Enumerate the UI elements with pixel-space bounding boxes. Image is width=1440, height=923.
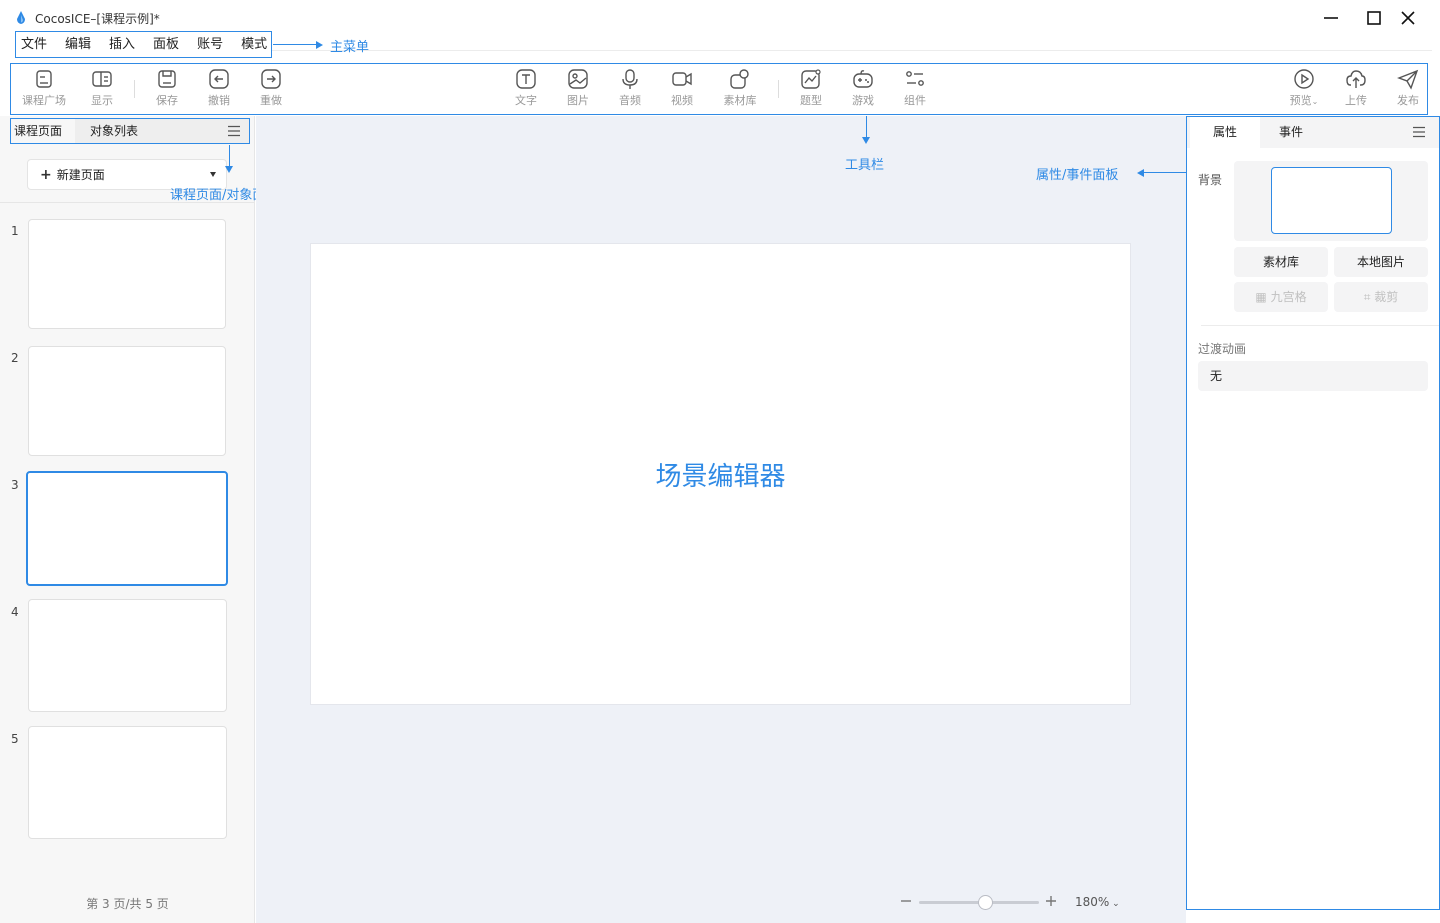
- main-menu-annotation-line: [273, 44, 317, 45]
- main-menu-annotation: 主菜单: [330, 40, 370, 55]
- maximize-button[interactable]: [1359, 6, 1389, 30]
- left-panel: 课程页面 对象列表 + 新建页面 1 2 3 4 5 第 3 页/共 5 页: [0, 116, 255, 923]
- page-number: 4: [11, 605, 19, 619]
- scene-editor-area: 场景编辑器 180% ⌄: [256, 116, 1186, 923]
- minimize-button[interactable]: [1316, 6, 1346, 30]
- page-thumbnail[interactable]: [28, 726, 227, 839]
- right-panel-annotation-arrow: [1137, 169, 1144, 177]
- left-panel-annotation-line: [229, 145, 230, 167]
- close-button[interactable]: [1393, 6, 1423, 30]
- zoom-out-icon[interactable]: [900, 893, 912, 909]
- right-panel-annotation-box: [1186, 116, 1440, 910]
- scene-canvas[interactable]: 场景编辑器: [310, 243, 1131, 705]
- page-thumbnail-active[interactable]: [26, 471, 228, 586]
- toolbar-annotation-arrow: [862, 137, 870, 144]
- right-panel-annotation: 属性/事件面板: [1036, 168, 1119, 183]
- page-number: 3: [11, 478, 19, 492]
- toolbar-annotation-box: [10, 63, 1428, 115]
- page-thumbnail[interactable]: [28, 599, 227, 712]
- chevron-down-icon: ⌄: [1109, 899, 1120, 909]
- menu-divider: [272, 50, 1432, 51]
- scene-editor-label: 场景编辑器: [655, 461, 786, 492]
- zoom-in-icon[interactable]: [1044, 893, 1058, 909]
- page-number: 5: [11, 732, 19, 746]
- plus-icon: +: [40, 166, 52, 183]
- toolbar-annotation-line: [866, 116, 867, 138]
- maximize-icon: [1367, 11, 1381, 25]
- left-panel-annotation-box: [10, 118, 250, 144]
- left-panel-annotation-arrow: [225, 166, 233, 173]
- toolbar-annotation: 工具栏: [845, 158, 885, 173]
- zoom-level-dropdown[interactable]: 180% ⌄: [1075, 895, 1120, 909]
- close-icon: [1401, 11, 1415, 25]
- new-page-label: 新建页面: [56, 168, 105, 182]
- cocos-logo-icon: [17, 11, 25, 24]
- right-panel-annotation-line: [1144, 172, 1186, 173]
- page-thumbnail[interactable]: [28, 219, 226, 329]
- zoom-slider-handle[interactable]: [977, 895, 993, 910]
- caret-down-icon[interactable]: [210, 172, 216, 177]
- window-title: CocosICE–[课程示例]*: [35, 12, 160, 26]
- page-number: 2: [11, 351, 19, 365]
- title-bar: CocosICE–[课程示例]*: [0, 0, 1440, 34]
- minimize-icon: [1324, 17, 1338, 19]
- page-thumbnail[interactable]: [28, 346, 226, 456]
- page-number: 1: [11, 224, 19, 238]
- main-menu-annotation-box: [15, 31, 272, 58]
- page-indicator: 第 3 页/共 5 页: [86, 897, 169, 911]
- main-menu-annotation-arrow: [316, 41, 323, 49]
